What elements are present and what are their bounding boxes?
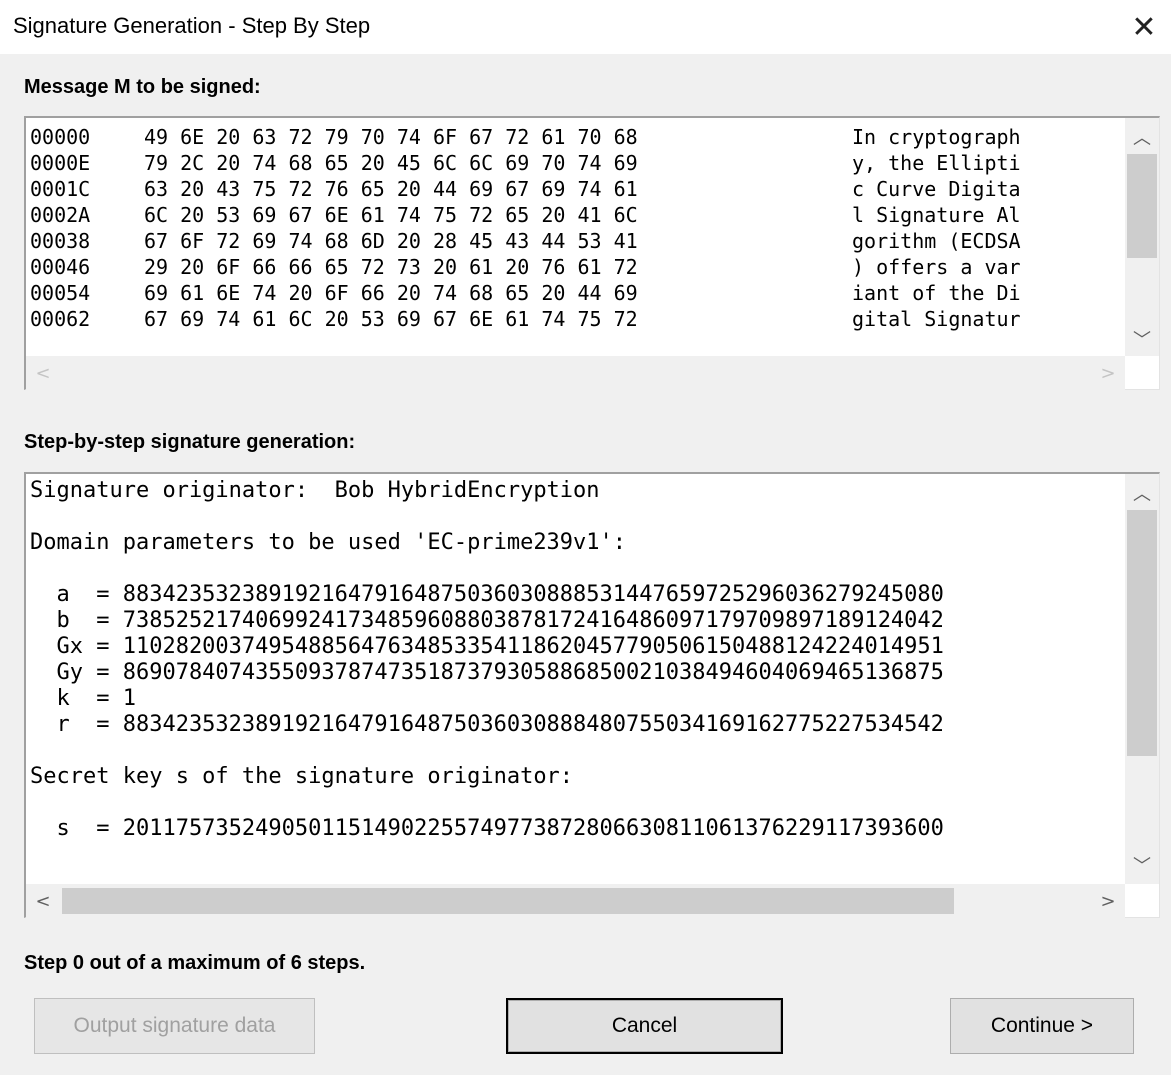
hex-ascii: ) offers a var — [852, 255, 1021, 279]
steps-label: Step-by-step signature generation: — [24, 431, 356, 453]
hex-ascii: iant of the Di — [852, 281, 1021, 305]
chevron-right-icon[interactable]: > — [1091, 356, 1125, 390]
hex-bytes: 49 6E 20 63 72 79 70 74 6F 67 72 61 70 6… — [144, 125, 638, 149]
hex-bytes: 67 6F 72 69 74 68 6D 20 28 45 43 44 53 4… — [144, 229, 638, 253]
chevron-up-icon[interactable]: ︿ — [1125, 476, 1159, 510]
step-line: r = 883423532389192164791648750360308884… — [30, 712, 944, 737]
hex-offset: 00046 — [30, 255, 91, 279]
hex-offset: 00000 — [30, 125, 91, 149]
message-vscroll-thumb[interactable] — [1127, 154, 1157, 258]
step-line: k = 1 — [30, 686, 136, 711]
message-horizontal-scrollbar[interactable]: < > — [26, 356, 1125, 390]
step-line: Gx = 11028200374954885647634853354118620… — [30, 634, 944, 659]
hex-ascii: y, the Ellipti — [852, 151, 1021, 175]
steps-vscroll-thumb[interactable] — [1127, 510, 1157, 756]
step-line: Signature originator: Bob HybridEncrypti… — [30, 478, 600, 503]
step-line: a = 883423532389192164791648750360308885… — [30, 582, 944, 607]
steps-hscroll-thumb[interactable] — [62, 888, 954, 914]
chevron-left-icon[interactable]: < — [26, 884, 60, 918]
step-status: Step 0 out of a maximum of 6 steps. — [24, 952, 366, 974]
hex-ascii: l Signature Al — [852, 203, 1021, 227]
steps-vertical-scrollbar[interactable]: ︿ ﹀ — [1125, 474, 1159, 884]
title-bar: Signature Generation - Step By Step ✕ — [0, 0, 1171, 54]
step-line: Gy = 86907840743550937874735187379305886… — [30, 660, 944, 685]
chevron-left-icon[interactable]: < — [26, 356, 60, 390]
hex-bytes: 63 20 43 75 72 76 65 20 44 69 67 69 74 6… — [144, 177, 638, 201]
step-lines: Signature originator: Bob HybridEncrypti… — [26, 474, 1125, 884]
hex-bytes: 29 20 6F 66 66 65 72 73 20 61 20 76 61 7… — [144, 255, 638, 279]
hex-bytes: 79 2C 20 74 68 65 20 45 6C 6C 69 70 74 6… — [144, 151, 638, 175]
hex-offset: 00054 — [30, 281, 91, 305]
close-icon[interactable]: ✕ — [1117, 0, 1171, 54]
message-hex-view[interactable]: 00000 49 6E 20 63 72 79 70 74 6F 67 72 61… — [24, 116, 1160, 390]
hex-ascii: c Curve Digita — [852, 177, 1021, 201]
hex-bytes: 6C 20 53 69 67 6E 61 74 75 72 65 20 41 6… — [144, 203, 638, 227]
step-line: Secret key s of the signature originator… — [30, 764, 574, 789]
hex-ascii: gital Signatur — [852, 307, 1021, 331]
chevron-right-icon[interactable]: > — [1091, 884, 1125, 918]
message-label: Message M to be signed: — [24, 76, 261, 98]
hex-offset: 00062 — [30, 307, 91, 331]
hex-offset: 0002A — [30, 203, 91, 227]
chevron-up-icon[interactable]: ︿ — [1125, 120, 1159, 154]
step-line: Domain parameters to be used 'EC-prime23… — [30, 530, 627, 555]
hex-offset: 0001C — [30, 177, 91, 201]
hex-bytes: 67 69 74 61 6C 20 53 69 67 6E 61 74 75 7… — [144, 307, 638, 331]
hex-rows: 00000 49 6E 20 63 72 79 70 74 6F 67 72 61… — [26, 118, 1125, 356]
steps-text-view[interactable]: Signature originator: Bob HybridEncrypti… — [24, 472, 1160, 918]
chevron-down-icon[interactable]: ﹀ — [1125, 848, 1159, 882]
hex-bytes: 69 61 6E 74 20 6F 66 20 74 68 65 20 44 6… — [144, 281, 638, 305]
hex-ascii: In cryptograph — [852, 125, 1021, 149]
message-vertical-scrollbar[interactable]: ︿ ﹀ — [1125, 118, 1159, 356]
step-line: s = 201175735249050115149022557497738728… — [30, 816, 944, 841]
chevron-down-icon[interactable]: ﹀ — [1125, 322, 1159, 356]
steps-horizontal-scrollbar[interactable]: < > — [26, 884, 1125, 918]
hex-offset: 00038 — [30, 229, 91, 253]
continue-button[interactable]: Continue > — [950, 998, 1134, 1054]
cancel-button[interactable]: Cancel — [506, 998, 783, 1054]
output-signature-data-button[interactable]: Output signature data — [34, 998, 315, 1054]
window-title: Signature Generation - Step By Step — [13, 13, 371, 38]
hex-ascii: gorithm (ECDSA — [852, 229, 1021, 253]
hex-offset: 0000E — [30, 151, 91, 175]
step-line: b = 738525217406992417348596088038781724… — [30, 608, 944, 633]
